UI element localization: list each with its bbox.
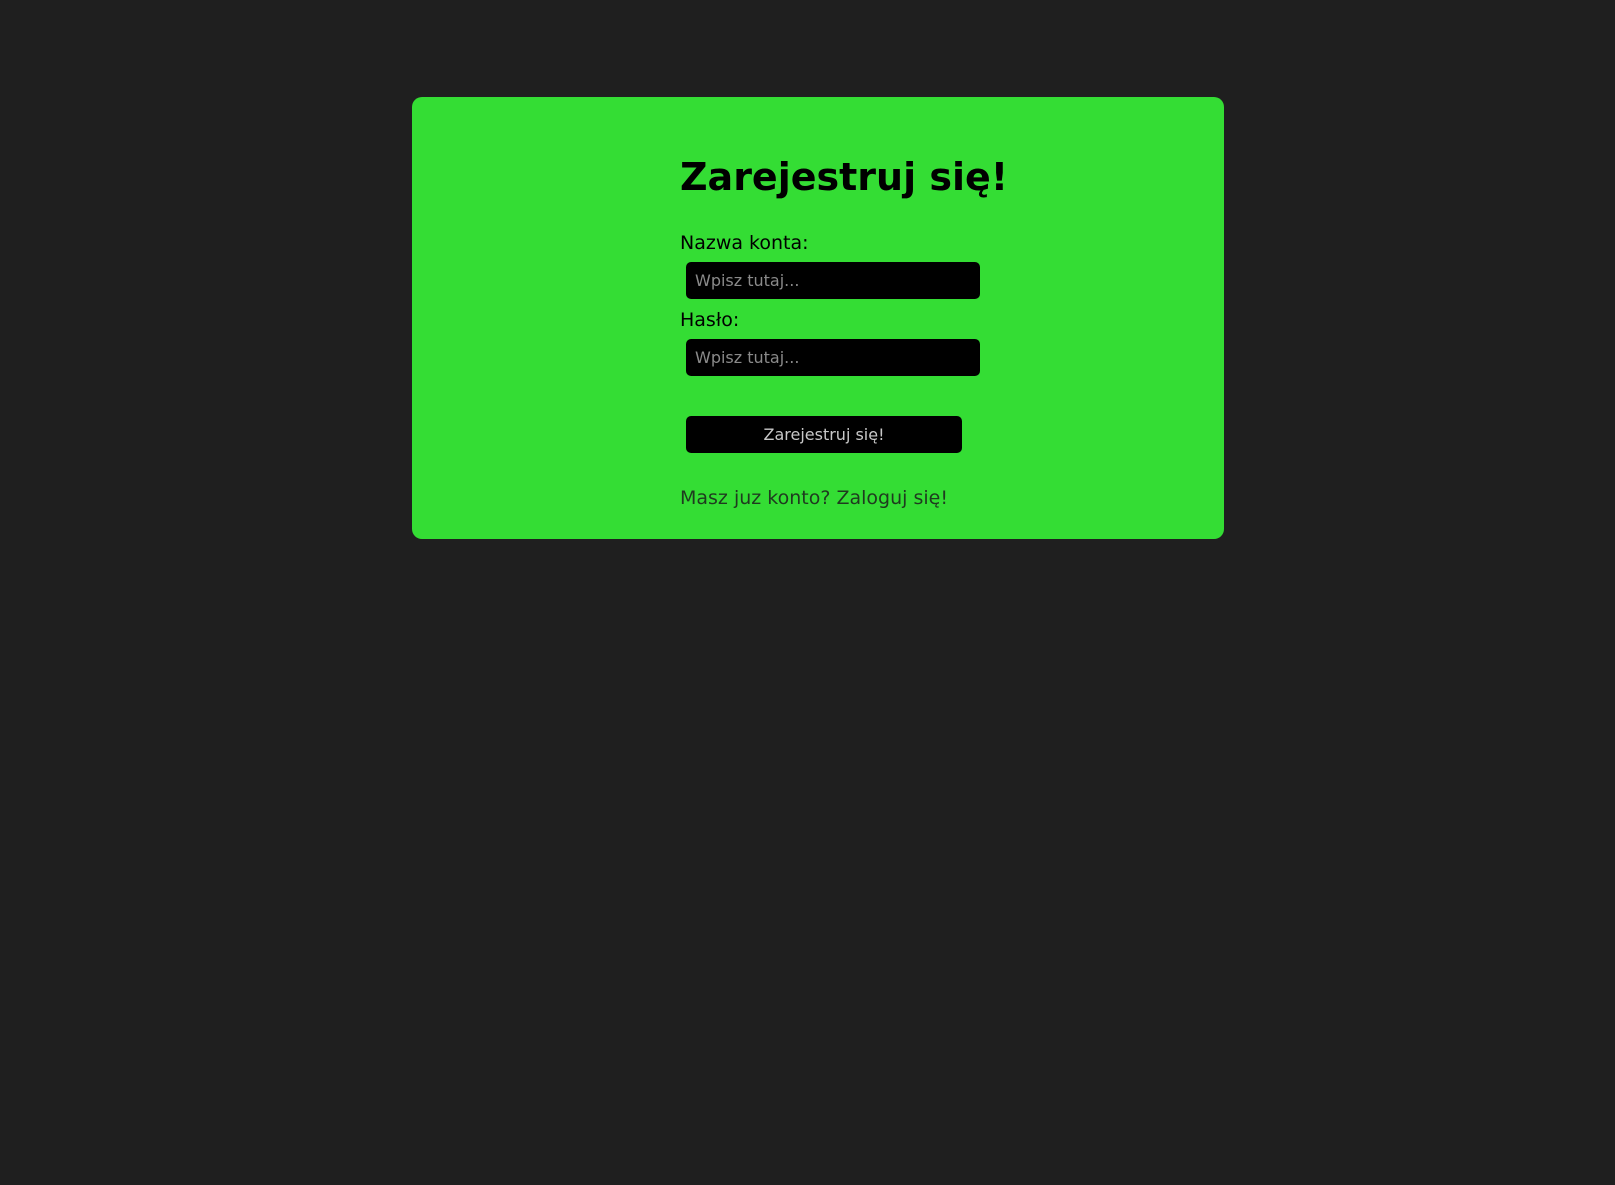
- username-label: Nazwa konta:: [680, 232, 809, 254]
- username-input[interactable]: [686, 262, 980, 299]
- password-input[interactable]: [686, 339, 980, 376]
- register-button[interactable]: Zarejestruj się!: [686, 416, 962, 453]
- login-link[interactable]: Masz juz konto? Zaloguj się!: [680, 486, 948, 510]
- page-title: Zarejestruj się!: [680, 155, 1009, 199]
- register-card: Zarejestruj się! Nazwa konta: Hasło: Zar…: [412, 97, 1224, 539]
- password-label: Hasło:: [680, 309, 740, 331]
